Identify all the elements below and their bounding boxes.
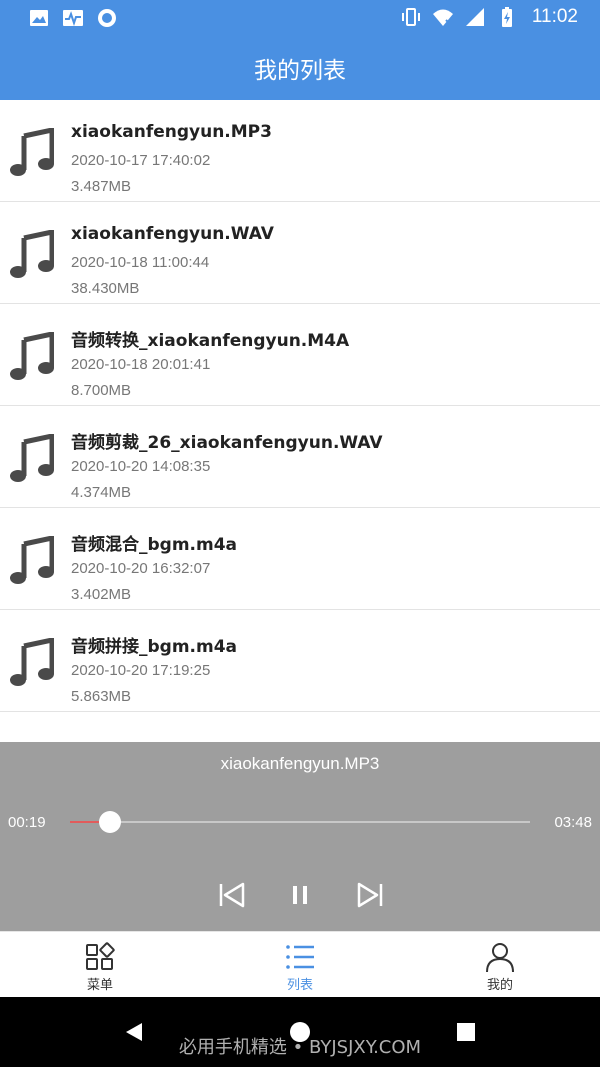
app-bar: 我的列表 (0, 36, 600, 100)
activity-notification-icon (63, 10, 83, 27)
file-date: 2020-10-20 16:32:07 (71, 560, 211, 577)
file-date: 2020-10-17 17:40:02 (71, 152, 211, 169)
progress-slider[interactable] (70, 811, 530, 833)
grid-icon (86, 942, 115, 970)
file-date: 2020-10-18 20:01:41 (71, 356, 211, 373)
file-size: 5.863MB (71, 688, 132, 705)
circle-notification-icon (98, 9, 116, 27)
bottom-nav: 菜单 列表 我的 (0, 931, 600, 997)
nav-label: 菜单 (86, 978, 113, 993)
nav-label: 我的 (486, 978, 513, 993)
audio-player: xiaokanfengyun.MP3 00:19 03:48 (0, 742, 600, 931)
file-name: 音频拼接_bgm.m4a (71, 637, 238, 657)
list-item[interactable]: xiaokanfengyun.MP3 2020-10-17 17:40:02 3… (0, 100, 600, 202)
page-title: 我的列表 (254, 58, 346, 84)
music-note-icon (10, 536, 54, 584)
list-item[interactable]: xiaokanfengyun.WAV 2020-10-18 11:00:44 3… (0, 202, 600, 304)
file-name: xiaokanfengyun.WAV (71, 224, 274, 244)
status-bar: 11:02 (0, 0, 600, 36)
current-time: 00:19 (8, 814, 46, 831)
file-date: 2020-10-20 14:08:35 (71, 458, 211, 475)
slider-thumb[interactable] (99, 811, 122, 833)
vibrate-icon (401, 8, 420, 26)
now-playing-title: xiaokanfengyun.MP3 (220, 754, 380, 773)
list-item[interactable]: 音频拼接_bgm.m4a 2020-10-20 17:19:25 5.863MB (0, 610, 600, 712)
nav-label: 列表 (286, 978, 313, 993)
pause-icon[interactable] (285, 880, 315, 910)
file-name: 音频剪裁_26_xiaokanfengyun.WAV (71, 433, 383, 453)
status-clock: 11:02 (531, 6, 578, 27)
image-notification-icon (30, 10, 48, 26)
list-item[interactable]: 音频剪裁_26_xiaokanfengyun.WAV 2020-10-20 14… (0, 406, 600, 508)
file-size: 3.487MB (71, 178, 132, 195)
signal-icon (465, 8, 484, 26)
music-note-icon (10, 434, 54, 482)
nav-item-menu[interactable]: 菜单 (0, 932, 200, 997)
file-size: 8.700MB (71, 382, 132, 399)
watermark: 必用手机精选 • BYJSJXY.COM (178, 1037, 422, 1058)
file-date: 2020-10-18 11:00:44 (71, 254, 210, 271)
music-note-icon (10, 638, 54, 686)
system-nav-bar: 必用手机精选 • BYJSJXY.COM (0, 997, 600, 1067)
file-date: 2020-10-20 17:19:25 (71, 662, 211, 679)
list-item[interactable]: 音频混合_bgm.m4a 2020-10-20 16:32:07 3.402MB (0, 508, 600, 610)
file-name: 音频混合_bgm.m4a (71, 535, 238, 555)
music-note-icon (10, 332, 54, 380)
list-icon (286, 945, 314, 969)
list-item[interactable]: 音频转换_xiaokanfengyun.M4A 2020-10-18 20:01… (0, 304, 600, 406)
nav-item-profile[interactable]: 我的 (400, 932, 600, 997)
battery-icon (501, 7, 512, 27)
file-list[interactable]: xiaokanfengyun.MP3 2020-10-17 17:40:02 3… (0, 100, 600, 741)
file-size: 3.402MB (71, 586, 132, 603)
music-note-icon (10, 128, 54, 176)
nav-item-list[interactable]: 列表 (200, 932, 400, 997)
next-track-icon[interactable] (355, 880, 385, 910)
file-size: 4.374MB (71, 484, 132, 501)
wifi-icon (432, 9, 453, 26)
file-name: xiaokanfengyun.MP3 (71, 122, 272, 142)
previous-track-icon[interactable] (217, 880, 247, 910)
person-icon (486, 943, 514, 973)
file-name: 音频转换_xiaokanfengyun.M4A (71, 331, 350, 351)
music-note-icon (10, 230, 54, 278)
total-time: 03:48 (554, 814, 592, 831)
file-size: 38.430MB (71, 280, 140, 297)
